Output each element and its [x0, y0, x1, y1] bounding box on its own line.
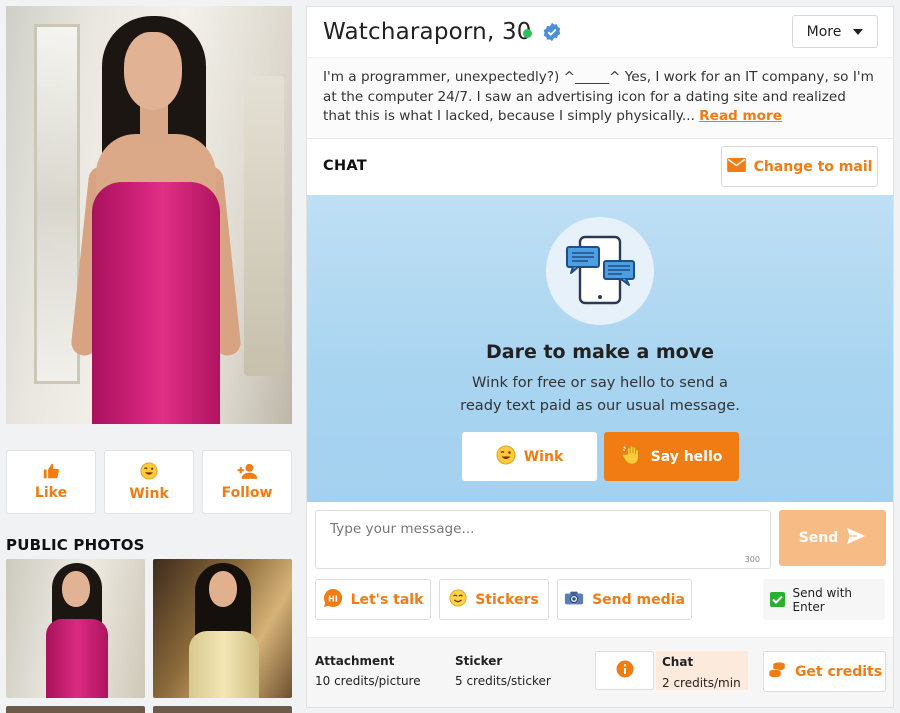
message-composer: 300 Send HI Let's talk Stickers Send med… [307, 502, 893, 637]
wink-label: Wink [129, 486, 169, 502]
camera-icon [564, 590, 584, 610]
public-photos-grid [6, 559, 292, 713]
get-credits-label: Get credits [794, 663, 883, 680]
profile-bio: I'm a programmer, unexpectedly?) ^_____^… [307, 57, 893, 139]
promo-wink-label: Wink [523, 448, 564, 465]
like-label: Like [34, 485, 68, 501]
promo-description: Wink for free or say hello to send a rea… [460, 374, 740, 414]
send-with-enter-label: Send with Enter [792, 585, 853, 614]
paper-plane-icon [846, 527, 866, 549]
send-with-enter-toggle[interactable]: Send with Enter [763, 579, 885, 620]
wink-button[interactable]: Wink [104, 450, 194, 514]
like-button[interactable]: Like [6, 450, 96, 514]
chevron-down-icon [853, 28, 864, 35]
send-media-button[interactable]: Send media [557, 579, 692, 620]
stickers-button[interactable]: Stickers [439, 579, 549, 620]
verified-badge-icon [542, 22, 562, 46]
promo-title: Dare to make a move [485, 341, 715, 363]
follow-button[interactable]: Follow [202, 450, 292, 514]
read-more-link[interactable]: Read more [699, 108, 782, 124]
chat-header-bar: CHAT Change to mail [307, 139, 893, 195]
send-label: Send [798, 530, 839, 546]
send-button[interactable]: Send [779, 510, 886, 566]
say-hello-button[interactable]: Say hello [604, 432, 739, 481]
chat-price: Chat 2 credits/min [656, 651, 748, 690]
char-limit-counter: 300 [744, 555, 760, 564]
pricing-info-button[interactable] [595, 651, 654, 690]
promo-wink-button[interactable]: Wink [462, 432, 597, 481]
profile-name: Watcharaporn, 30 [323, 19, 532, 45]
send-media-label: Send media [592, 591, 685, 608]
profile-sidebar: Like Wink Follow PUBLIC PHOTOS [0, 0, 300, 713]
sticker-price: Sticker 5 credits/sticker [455, 654, 551, 688]
wink-emoji-icon [140, 462, 158, 480]
online-status-indicator [523, 29, 532, 38]
message-input[interactable] [316, 511, 770, 568]
attachment-price: Attachment 10 credits/picture [315, 654, 421, 688]
main-profile-photo[interactable] [6, 6, 292, 424]
public-photo-thumbnail[interactable] [153, 559, 292, 698]
waving-hand-icon [621, 444, 643, 470]
stickers-label: Stickers [475, 591, 539, 608]
say-hello-label: Say hello [650, 448, 723, 465]
info-icon [616, 660, 634, 682]
wink-emoji-icon [496, 445, 516, 469]
phone-chat-illustration-icon [546, 217, 654, 325]
public-photo-thumbnail[interactable] [6, 559, 145, 698]
profile-header: Watcharaporn, 30 More [307, 7, 893, 57]
chat-price-label: Chat [662, 655, 694, 669]
attachment-price-value: 10 credits/picture [315, 674, 421, 688]
add-person-icon [236, 463, 258, 479]
change-to-mail-button[interactable]: Change to mail [721, 146, 878, 187]
public-photos-title: PUBLIC PHOTOS [6, 536, 145, 554]
follow-label: Follow [221, 485, 273, 501]
pricing-bar: Attachment 10 credits/picture Sticker 5 … [307, 637, 893, 707]
get-credits-button[interactable]: Get credits [763, 651, 886, 692]
sticker-price-value: 5 credits/sticker [455, 674, 551, 688]
more-dropdown-button[interactable]: More [792, 15, 878, 48]
attachment-price-label: Attachment [315, 654, 395, 668]
thumbs-up-icon [42, 463, 60, 479]
hi-speech-bubble-icon: HI [323, 588, 343, 612]
checkbox-checked-icon[interactable] [770, 592, 785, 607]
lets-talk-label: Let's talk [350, 591, 424, 608]
more-label: More [806, 23, 842, 40]
public-photo-thumbnail[interactable] [6, 706, 145, 713]
change-to-mail-label: Change to mail [753, 158, 873, 175]
dare-promo-banner: Dare to make a move Wink for free or say… [307, 195, 893, 502]
profile-actions: Like Wink Follow [6, 450, 292, 514]
svg-text:HI: HI [328, 594, 338, 603]
message-input-box: 300 [315, 510, 771, 569]
coins-icon [767, 660, 787, 684]
public-photo-thumbnail[interactable] [153, 706, 292, 713]
chat-price-value: 2 credits/min [662, 676, 741, 690]
chat-title: CHAT [323, 158, 367, 174]
sticker-price-label: Sticker [455, 654, 503, 668]
envelope-icon [726, 157, 746, 176]
chat-panel: Watcharaporn, 30 More I'm a programmer, … [306, 6, 894, 708]
lets-talk-button[interactable]: HI Let's talk [315, 579, 431, 620]
bio-text: I'm a programmer, unexpectedly?) ^_____^… [323, 69, 874, 124]
sticker-emoji-icon [449, 588, 467, 611]
